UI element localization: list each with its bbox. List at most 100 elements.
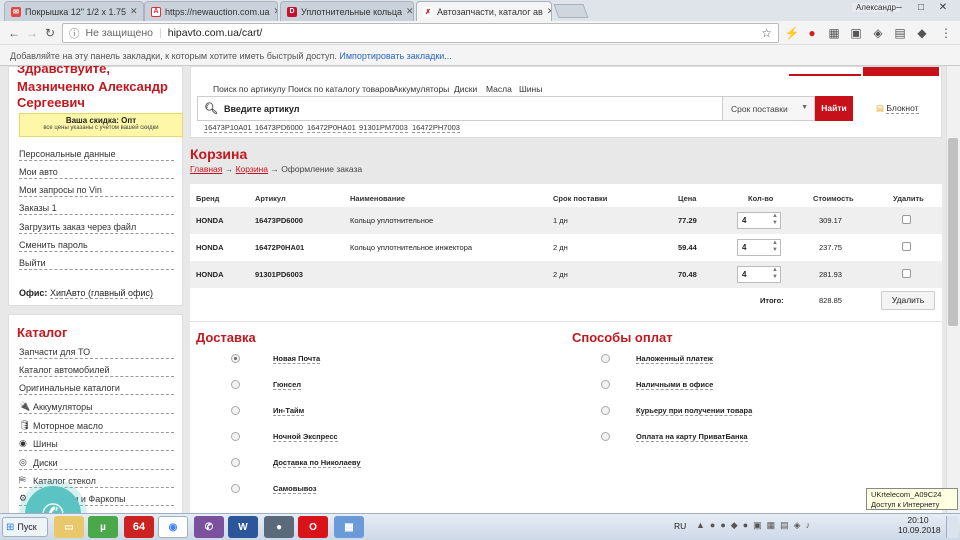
tab-1[interactable]: ✉ Покрышка 12" 1/2 x 1.75 ✕ <box>4 1 144 21</box>
catalog-item-tires[interactable]: ◉ Шины <box>19 438 174 451</box>
star-icon[interactable]: ☆ <box>761 26 772 40</box>
nav-search-catalog[interactable]: Поиск по каталогу товаров <box>288 84 394 94</box>
close-icon[interactable]: ✕ <box>406 6 413 17</box>
delivery-radio[interactable] <box>231 484 240 493</box>
viber-icon[interactable]: ✆ <box>194 516 224 538</box>
sidebar-link-password[interactable]: Сменить пароль <box>19 240 174 252</box>
quantity-stepper[interactable]: 4 ▲ ▼ <box>737 266 781 283</box>
catalog-item-oil[interactable]: 🛢 Моторное масло <box>19 420 174 433</box>
chrome-icon[interactable]: ◉ <box>158 516 188 538</box>
control-panel-icon[interactable]: ▦ <box>334 516 364 538</box>
recent-article[interactable]: 16472P0HA01 <box>307 123 356 133</box>
utorrent-icon[interactable]: µ <box>88 516 118 538</box>
recent-article[interactable]: 16473PD6000 <box>255 123 303 133</box>
back-icon[interactable]: ← <box>6 25 22 41</box>
scrollbar-thumb[interactable] <box>948 138 958 326</box>
delivery-radio[interactable] <box>231 432 240 441</box>
catalog-item[interactable]: Каталог автомобилей <box>19 365 174 377</box>
nav-oils[interactable]: Масла <box>486 84 512 94</box>
catalog-item[interactable]: Оригинальные каталоги <box>19 383 174 395</box>
extension-icon[interactable]: ◈ <box>870 25 886 41</box>
sidebar-link-vin[interactable]: Мои запросы по Vin <box>19 185 174 197</box>
search-input[interactable]: 🔍︎ Введите артикул <box>197 96 723 121</box>
tab-2[interactable]: A https://newauction.com.ua ✕ <box>144 1 278 21</box>
delivery-option[interactable]: Гюнсел <box>273 380 302 390</box>
delivery-radio[interactable] <box>231 406 240 415</box>
maximize-icon[interactable]: □ <box>912 2 930 16</box>
delete-checkbox[interactable] <box>902 269 911 278</box>
opera-icon[interactable]: O <box>298 516 328 538</box>
clock[interactable]: 20:10 10.09.2018 <box>898 515 941 535</box>
media-app-icon[interactable]: ● <box>264 516 294 538</box>
delivery-option[interactable]: Самовывоз <box>273 484 317 494</box>
header-red-button[interactable] <box>863 67 939 76</box>
quantity-stepper[interactable]: 4 ▲ ▼ <box>737 212 781 229</box>
nav-search-article[interactable]: Поиск по артикулу <box>213 84 286 94</box>
nav-batteries[interactable]: Аккумуляторы <box>393 84 449 94</box>
minimize-icon[interactable]: – <box>890 2 908 16</box>
forward-icon[interactable]: → <box>24 25 40 41</box>
quantity-stepper[interactable]: 4 ▲ ▼ <box>737 239 781 256</box>
delivery-radio[interactable] <box>231 458 240 467</box>
catalog-item[interactable]: Запчасти для ТО <box>19 347 174 359</box>
tab-3[interactable]: D Уплотнительные кольца ✕ <box>280 1 414 21</box>
new-tab-button[interactable] <box>553 4 589 18</box>
sidebar-link-my-cars[interactable]: Мои авто <box>19 167 174 179</box>
delete-checkbox[interactable] <box>902 215 911 224</box>
catalog-item-wheels[interactable]: ◎ Диски <box>19 457 174 470</box>
file-explorer-icon[interactable]: ▭ <box>54 516 84 538</box>
delivery-radio[interactable] <box>231 380 240 389</box>
import-bookmarks-link[interactable]: Импортировать закладки... <box>339 51 451 61</box>
extension-abp-icon[interactable]: ● <box>804 25 820 41</box>
address-bar[interactable]: ⓘ Не защищено | hipavto.com.ua/cart/ ☆ <box>62 23 779 43</box>
stepper-arrows-icon[interactable]: ▲ ▼ <box>772 240 778 254</box>
close-icon[interactable]: ✕ <box>130 6 138 17</box>
show-desktop-button[interactable] <box>946 516 958 538</box>
extension-icon[interactable]: ▣ <box>848 25 864 41</box>
delete-checkbox[interactable] <box>902 242 911 251</box>
nav-wheels[interactable]: Диски <box>454 84 477 94</box>
sort-select[interactable]: Срок поставки ▼ <box>722 96 815 121</box>
payment-option[interactable]: Курьеру при получении товара <box>636 406 753 416</box>
extension-icon[interactable]: ▦ <box>826 25 842 41</box>
start-button[interactable]: ⊞ Пуск <box>2 517 48 537</box>
payment-radio[interactable] <box>601 432 610 441</box>
delivery-radio-selected[interactable] <box>231 354 240 363</box>
delivery-option[interactable]: Новая Почта <box>273 354 321 364</box>
office-value[interactable]: ХипАвто (главный офис) <box>49 288 153 299</box>
menu-icon[interactable]: ⋮ <box>938 25 954 41</box>
system-tray-icons[interactable]: ▲●●◆●▣▦▤◈♪ <box>696 520 815 531</box>
delivery-option[interactable]: Ин-Тайм <box>273 406 305 416</box>
delete-button[interactable]: Удалить <box>881 291 935 310</box>
sidebar-link-orders[interactable]: Заказы 1 <box>19 203 174 215</box>
payment-radio[interactable] <box>601 406 610 415</box>
close-icon[interactable]: ✕ <box>274 6 277 17</box>
delivery-option[interactable]: Ночной Экспресс <box>273 432 338 442</box>
extension-icon[interactable]: ▤ <box>892 25 908 41</box>
info-icon[interactable]: ⓘ <box>69 26 80 41</box>
sidebar-link-personal[interactable]: Персональные данные <box>19 149 174 161</box>
stepper-arrows-icon[interactable]: ▲ ▼ <box>772 213 778 227</box>
catalog-item-glass[interactable]: ⛿ Каталог стекол <box>19 475 174 488</box>
window-close-icon[interactable]: ✕ <box>934 2 952 16</box>
payment-option[interactable]: Наложенный платеж <box>636 354 713 364</box>
delivery-option[interactable]: Доставка по Николаеву <box>273 458 361 468</box>
aida64-icon[interactable]: 64 <box>124 516 154 538</box>
language-indicator[interactable]: RU <box>674 521 686 531</box>
payment-radio[interactable] <box>601 380 610 389</box>
breadcrumb-cart[interactable]: Корзина <box>236 164 268 174</box>
recent-article[interactable]: 91301PM7003 <box>359 123 408 133</box>
extension-icon[interactable]: ◆ <box>914 25 930 41</box>
sidebar-link-logout[interactable]: Выйти <box>19 258 174 270</box>
payment-option[interactable]: Наличными в офисе <box>636 380 714 390</box>
catalog-item-batteries[interactable]: 🔌 Аккумуляторы <box>19 401 174 414</box>
close-icon[interactable]: ✕ <box>547 6 551 17</box>
notepad-link[interactable]: ▤ Блокнот <box>876 103 919 114</box>
word-icon[interactable]: W <box>228 516 258 538</box>
tab-4-active[interactable]: ✗ Автозапчасти, каталог ав ✕ <box>416 1 552 21</box>
sidebar-link-upload[interactable]: Загрузить заказ через файл <box>19 222 174 234</box>
nav-tires[interactable]: Шины <box>519 84 542 94</box>
payment-radio[interactable] <box>601 354 610 363</box>
reload-icon[interactable]: ↻ <box>42 25 58 41</box>
payment-option[interactable]: Оплата на карту ПриватБанка <box>636 432 748 442</box>
